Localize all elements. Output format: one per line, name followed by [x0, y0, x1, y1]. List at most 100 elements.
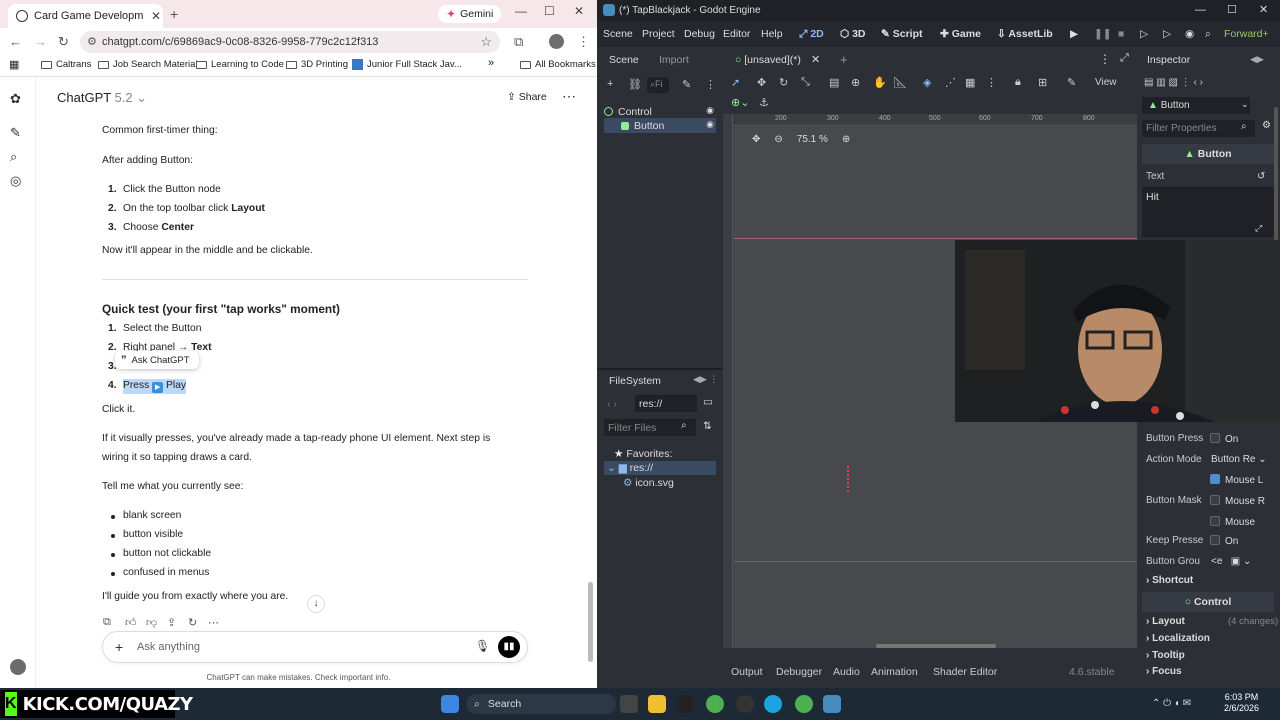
- center-view-icon[interactable]: ✥: [752, 134, 760, 145]
- section-control[interactable]: ○ Control: [1142, 592, 1274, 612]
- bone-icon[interactable]: ✎: [1067, 76, 1076, 89]
- fs-back-icon[interactable]: ‹ ›: [607, 398, 617, 410]
- bookmark-job-search[interactable]: Job Search Material: [98, 59, 197, 70]
- play-custom-icon[interactable]: ▷: [1163, 28, 1171, 40]
- task-view-icon[interactable]: [620, 695, 638, 713]
- mask-right[interactable]: Mouse R: [1210, 495, 1265, 507]
- link-icon[interactable]: ⛓: [628, 78, 642, 91]
- tab-audio[interactable]: Audio: [833, 666, 860, 678]
- maximize-icon[interactable]: ☐: [544, 4, 555, 18]
- address-bar[interactable]: ⚙ chatgpt.com/c/69869ac9-0c08-8326-9958-…: [80, 31, 500, 53]
- close-tab-icon[interactable]: ✕: [811, 53, 820, 66]
- search-icon[interactable]: ⌕: [10, 149, 17, 165]
- play-scene-icon[interactable]: ▷: [1140, 28, 1148, 40]
- bookmark-learning[interactable]: Learning to Code: [196, 59, 284, 70]
- play-icon[interactable]: ▶: [1070, 28, 1078, 40]
- new-tab-button[interactable]: +: [170, 6, 178, 22]
- scene-menu-icon[interactable]: ⋮: [705, 78, 716, 91]
- voice-mode-icon[interactable]: ▮▮: [498, 636, 520, 658]
- tray-icons[interactable]: ⌃ ⏻ ◖ ✉: [1152, 698, 1191, 709]
- back-icon[interactable]: ←: [9, 34, 22, 49]
- bookmark-star-icon[interactable]: ☆: [480, 34, 492, 50]
- toggle-split-icon[interactable]: ▭: [703, 396, 713, 408]
- section-button[interactable]: ▲ Button: [1142, 144, 1274, 164]
- movie-icon[interactable]: ◉: [1185, 28, 1194, 40]
- mode-script[interactable]: ✎ Script: [881, 28, 923, 40]
- rotate-tool-icon[interactable]: ↻: [779, 76, 788, 89]
- scroll-down-button[interactable]: ↓: [307, 595, 325, 613]
- mode-assetlib[interactable]: ⇩ AssetLib: [997, 28, 1053, 40]
- tab-scene[interactable]: Scene: [609, 54, 639, 66]
- pan-tool-icon[interactable]: ✋: [873, 76, 887, 89]
- visibility-icon[interactable]: ◉: [706, 119, 714, 130]
- fs-file-icon-svg[interactable]: ⚙ icon.svg: [623, 477, 674, 489]
- prop-button-pressed-value[interactable]: On: [1210, 433, 1238, 445]
- minimize-icon[interactable]: —: [515, 4, 527, 18]
- scrollbar[interactable]: [588, 582, 593, 662]
- library-icon[interactable]: ◎: [10, 173, 21, 189]
- start-icon[interactable]: [441, 695, 459, 713]
- forward-icon[interactable]: →: [34, 34, 47, 49]
- scale-tool-icon[interactable]: ⤡: [801, 76, 810, 89]
- scene-tabs-menu-icon[interactable]: ⋮: [1099, 52, 1111, 66]
- grid-icon[interactable]: ▦: [965, 76, 975, 89]
- gemini-button[interactable]: ✦ Gemini: [438, 5, 502, 23]
- menu-editor[interactable]: Editor: [723, 28, 750, 40]
- snap-icon[interactable]: ◈: [923, 76, 931, 89]
- object-selector[interactable]: ▲ Button: [1142, 97, 1250, 114]
- reload-icon[interactable]: ↻: [58, 34, 69, 50]
- prompt-input[interactable]: + Ask anything 🎙︎ ▮▮: [102, 631, 528, 663]
- menu-help[interactable]: Help: [761, 28, 783, 40]
- menu-project[interactable]: Project: [642, 28, 675, 40]
- more-bookmarks-icon[interactable]: »: [488, 57, 494, 69]
- inspector-toolbar-icons[interactable]: ▤ ▥ ▧ ⋮ ‹ ›: [1144, 77, 1203, 88]
- obs-icon[interactable]: [736, 695, 754, 713]
- tab-debugger[interactable]: Debugger: [776, 666, 822, 678]
- model-selector[interactable]: ChatGPT 5.2 ⌄: [57, 90, 147, 106]
- dock-nav-icon[interactable]: ◀▶ ⋮: [693, 374, 718, 385]
- extensions-icon[interactable]: ⧉: [514, 34, 523, 50]
- mode-2d[interactable]: ⤢ 2D: [799, 28, 824, 41]
- tab-animation[interactable]: Animation: [871, 666, 918, 678]
- ruler-tool-icon[interactable]: 📐︎: [893, 76, 907, 89]
- stop-icon[interactable]: ■: [1118, 28, 1124, 40]
- chrome-profile-icon[interactable]: [795, 695, 813, 713]
- profile-avatar[interactable]: [549, 34, 564, 49]
- minimize-icon[interactable]: —: [1195, 4, 1206, 16]
- move-tool-icon[interactable]: ✥: [757, 76, 766, 89]
- pause-icon[interactable]: ❚❚: [1094, 28, 1112, 40]
- fs-path-input[interactable]: res://: [635, 395, 697, 412]
- revert-icon[interactable]: ↺: [1257, 171, 1265, 182]
- inspector-title[interactable]: Inspector: [1147, 54, 1190, 66]
- bookmark-junior[interactable]: Junior Full Stack Jav...: [352, 59, 462, 70]
- keep-pressed-value[interactable]: On: [1210, 535, 1238, 547]
- close-tab-icon[interactable]: ✕: [149, 9, 163, 23]
- site-info-icon[interactable]: ⚙: [87, 35, 97, 48]
- mode-3d[interactable]: ⬡ 3D: [840, 28, 866, 40]
- visibility-icon[interactable]: ◉: [706, 105, 714, 116]
- all-bookmarks[interactable]: All Bookmarks: [520, 59, 596, 70]
- taskbar-search[interactable]: ⌕ Search: [466, 694, 616, 714]
- anchor-icon[interactable]: ⚓︎: [759, 96, 769, 109]
- mask-left[interactable]: Mouse L: [1210, 474, 1263, 486]
- lock-icon[interactable]: 🔒︎: [1015, 76, 1021, 89]
- snap-options-icon[interactable]: ⋮: [986, 76, 997, 89]
- more-options-icon[interactable]: ⋯: [562, 88, 576, 105]
- favorites-label[interactable]: ★ Favorites:: [614, 448, 672, 460]
- tooltip-section[interactable]: › Tooltip: [1146, 650, 1185, 661]
- filter-properties-input[interactable]: Filter Properties: [1142, 120, 1255, 137]
- view-menu[interactable]: View: [1095, 77, 1117, 88]
- add-scene-tab-icon[interactable]: +: [840, 52, 848, 67]
- mode-game[interactable]: ✚ Game: [940, 28, 981, 40]
- action-mode-select[interactable]: Button Re ⌄: [1211, 454, 1267, 465]
- mask-middle[interactable]: Mouse: [1210, 516, 1255, 528]
- button-group-value[interactable]: <e ▣ ⌄: [1211, 556, 1251, 567]
- tree-node-control[interactable]: Control ◉: [604, 104, 716, 119]
- copy-icon[interactable]: ⧉: [103, 616, 111, 629]
- app-icon[interactable]: [676, 695, 694, 713]
- focus-section[interactable]: › Focus: [1146, 666, 1182, 677]
- list-tool-icon[interactable]: ▤: [829, 76, 839, 89]
- group-icon[interactable]: ⊞: [1038, 76, 1047, 89]
- property-options-icon[interactable]: ⚙: [1262, 120, 1271, 131]
- godot-taskbar-icon[interactable]: [823, 695, 841, 713]
